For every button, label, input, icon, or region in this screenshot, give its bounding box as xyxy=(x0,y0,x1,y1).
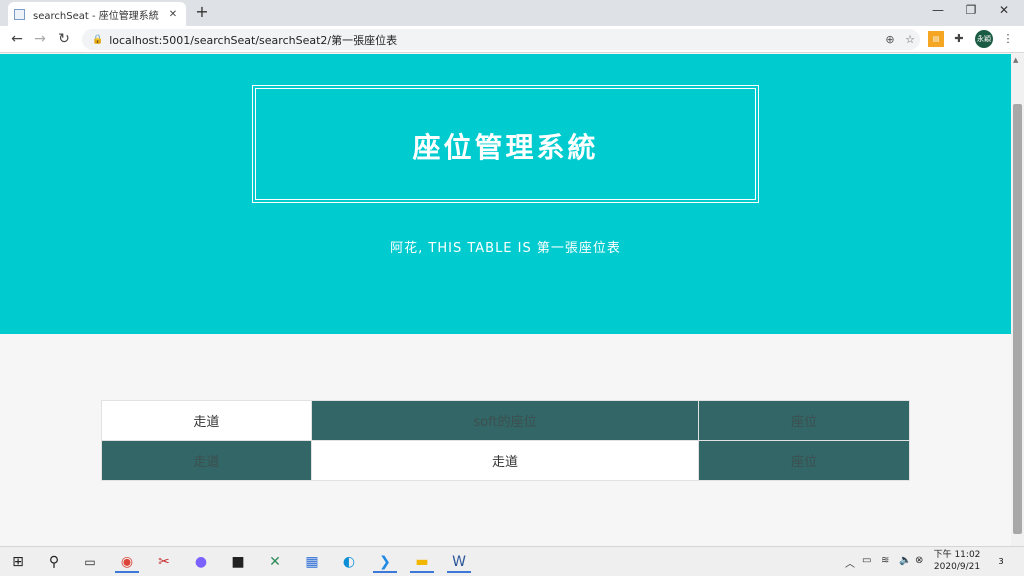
firefox-icon[interactable]: ● xyxy=(189,551,213,573)
aisle-cell[interactable]: 走道 xyxy=(310,440,700,481)
table-row: 走道 走道 座位 xyxy=(101,440,910,481)
page-title: 座位管理系統 xyxy=(412,131,599,164)
seat-cell[interactable]: 座位 xyxy=(698,400,910,441)
search-icon[interactable]: ⚲ xyxy=(42,551,66,573)
seat-cell[interactable]: soft的座位 xyxy=(310,400,700,441)
browser-tab[interactable]: searchSeat - 座位管理系統 ✕ xyxy=(8,2,186,26)
seat-table: 走道 soft的座位 座位 走道 走道 座位 xyxy=(101,400,910,481)
task-view-icon[interactable]: ▭ xyxy=(78,551,102,573)
system-clock[interactable]: 下午 11:02 2020/9/21 xyxy=(932,549,982,573)
word-icon[interactable]: W xyxy=(447,551,471,573)
scrollbar-thumb[interactable] xyxy=(1013,104,1022,534)
file-explorer-icon[interactable]: ▬ xyxy=(410,551,434,573)
page-subtitle: 阿花, THIS TABLE IS 第一張座位表 xyxy=(390,241,621,256)
sticky-notes-icon[interactable]: ■ xyxy=(226,551,250,573)
vertical-scrollbar[interactable]: ▲ xyxy=(1011,54,1024,546)
seat-cell[interactable]: 座位 xyxy=(698,440,910,481)
wifi-icon[interactable]: ≋ xyxy=(881,555,889,566)
zoom-icon[interactable]: ⊕ xyxy=(880,33,900,46)
address-bar[interactable]: 🔒 localhost:5001/searchSeat/searchSeat2/… xyxy=(82,29,920,50)
address-url[interactable]: localhost:5001/searchSeat/searchSeat2/第一… xyxy=(109,32,880,48)
tab-strip: searchSeat - 座位管理系統 ✕ + — ❐ ✕ xyxy=(0,0,1024,26)
tray-overflow-icon[interactable]: ︿ xyxy=(845,555,855,570)
close-tab-icon[interactable]: ✕ xyxy=(166,9,180,20)
page-favicon-icon xyxy=(14,8,25,20)
window-close-button[interactable]: ✕ xyxy=(991,3,1017,17)
table-row: 走道 soft的座位 座位 xyxy=(101,400,910,441)
edge-icon[interactable]: ◐ xyxy=(337,551,361,573)
ime-icon[interactable]: ⊗ xyxy=(915,555,923,566)
clock-date: 2020/9/21 xyxy=(933,562,981,572)
lock-icon: 🔒 xyxy=(92,34,104,45)
windows-taskbar: ⊞ ⚲ ▭ ◉ ✂ ● ■ ✕ ▦ ◐ ❯ ▬ W ︿ ▭ ≋ 🔈 ⊗ 下午 1… xyxy=(0,546,1024,576)
puzzle-icon[interactable]: ✚ xyxy=(951,31,967,47)
minimize-button[interactable]: — xyxy=(925,3,951,17)
hero-banner: 座位管理系統 阿花, THIS TABLE IS 第一張座位表 xyxy=(0,54,1011,334)
browser-toolbar: ← → ↻ 🔒 localhost:5001/searchSeat/search… xyxy=(0,26,1024,53)
battery-icon[interactable]: ▭ xyxy=(862,555,871,566)
aisle-cell[interactable]: 走道 xyxy=(101,400,312,441)
title-frame: 座位管理系統 xyxy=(252,85,759,203)
clock-time: 下午 11:02 xyxy=(933,550,981,560)
seat-cell[interactable]: 走道 xyxy=(101,440,312,481)
restore-button[interactable]: ❐ xyxy=(958,3,984,17)
vscode-icon[interactable]: ❯ xyxy=(373,551,397,573)
reload-icon[interactable]: ↻ xyxy=(55,30,73,48)
new-tab-button[interactable]: + xyxy=(193,3,211,21)
menu-kebab-icon[interactable]: ⋮ xyxy=(1000,31,1016,47)
bookmark-star-icon[interactable]: ☆ xyxy=(900,33,920,46)
profile-avatar[interactable]: 永穎 xyxy=(975,30,993,48)
app-icon[interactable]: ✕ xyxy=(263,551,287,573)
extension-icon[interactable]: ▤ xyxy=(928,31,944,47)
notification-center-icon[interactable]: 3 xyxy=(991,553,1011,571)
snipping-tool-icon[interactable]: ✂ xyxy=(152,551,176,573)
notification-count: 3 xyxy=(998,557,1004,566)
volume-icon[interactable]: 🔈 xyxy=(899,555,911,566)
back-arrow-icon[interactable]: ← xyxy=(8,30,26,48)
calculator-icon[interactable]: ▦ xyxy=(300,551,324,573)
page-viewport: 座位管理系統 阿花, THIS TABLE IS 第一張座位表 走道 soft的… xyxy=(0,54,1011,546)
forward-arrow-icon[interactable]: → xyxy=(31,30,49,48)
chrome-icon[interactable]: ◉ xyxy=(115,551,139,573)
windows-start-icon[interactable]: ⊞ xyxy=(6,551,30,573)
tab-title: searchSeat - 座位管理系統 xyxy=(33,10,159,22)
scroll-up-icon[interactable]: ▲ xyxy=(1013,56,1018,64)
